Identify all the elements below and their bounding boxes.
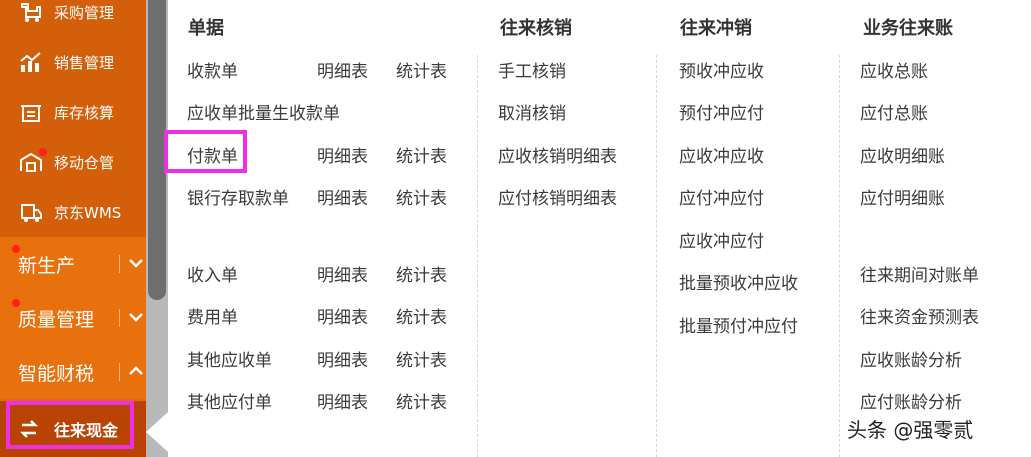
link-batch-receipt[interactable]: 应收单批量生收款单 [187, 99, 340, 124]
column-title-ledger: 业务往来账 [863, 18, 953, 39]
link-ledger-1[interactable]: 应收总账 [860, 57, 928, 82]
link-expense[interactable]: 费用单 [187, 303, 238, 328]
link-income[interactable]: 收入单 [187, 261, 238, 286]
link-other-payable-detail[interactable]: 明细表 [317, 388, 368, 413]
submenu-panel: 单据 收款单 明细表 统计表 应收单批量生收款单 付款单 明细表 统计表 银行存… [168, 0, 1031, 457]
link-offset-4[interactable]: 应付冲应付 [679, 184, 764, 209]
chevron-down-icon[interactable] [128, 251, 144, 275]
chevron-down-icon[interactable] [128, 305, 144, 329]
link-ledger-8[interactable]: 应付账龄分析 [860, 388, 962, 413]
link-expense-stats[interactable]: 统计表 [396, 303, 447, 328]
link-income-stats[interactable]: 统计表 [396, 261, 447, 286]
link-manual-writeoff[interactable]: 手工核销 [498, 57, 566, 82]
link-receipt-detail[interactable]: 明细表 [317, 57, 368, 82]
link-receipt[interactable]: 收款单 [187, 57, 238, 82]
sidebar-item-label: 京东WMS [54, 203, 122, 222]
column-title-offset: 往来冲销 [680, 18, 752, 39]
link-offset-7[interactable]: 批量预付冲应付 [679, 312, 798, 337]
inventory-icon [18, 101, 44, 123]
link-other-payable[interactable]: 其他应付单 [187, 388, 272, 413]
link-income-detail[interactable]: 明细表 [317, 261, 368, 286]
sidebar-item-purchase[interactable]: 采购管理 [0, 0, 146, 37]
link-offset-3[interactable]: 应收冲应收 [679, 142, 764, 167]
notification-dot [12, 299, 20, 307]
sidebar: 采购管理 销售管理 库存核算 移动仓管 京东WMS 新生产 质量管理 智能财税 … [0, 0, 146, 457]
sales-chart-icon [18, 51, 44, 73]
link-bank-deposit-stats[interactable]: 统计表 [396, 184, 447, 209]
column-title-writeoff: 往来核销 [500, 18, 572, 39]
link-ledger-6[interactable]: 往来资金预测表 [860, 303, 979, 328]
link-cancel-writeoff[interactable]: 取消核销 [498, 99, 566, 124]
link-ledger-2[interactable]: 应付总账 [860, 99, 928, 124]
watermark: 头条 @强零贰 [847, 418, 974, 442]
link-receivable-writeoff-detail[interactable]: 应收核销明细表 [498, 142, 617, 167]
sidebar-section-quality[interactable]: 质量管理 [0, 291, 146, 345]
jd-truck-icon [18, 201, 44, 223]
sidebar-item-label: 库存核算 [54, 103, 115, 122]
sidebar-section-new-production[interactable]: 新生产 [0, 237, 146, 291]
link-ledger-5[interactable]: 往来期间对账单 [860, 261, 979, 286]
sidebar-item-label: 销售管理 [54, 53, 115, 72]
link-receipt-stats[interactable]: 统计表 [396, 57, 447, 82]
column-divider [839, 55, 840, 457]
link-other-receivable[interactable]: 其他应收单 [187, 346, 272, 371]
divider [119, 255, 120, 273]
purchase-icon [18, 1, 44, 23]
link-offset-2[interactable]: 预付冲应付 [679, 99, 764, 124]
link-ledger-3[interactable]: 应收明细账 [860, 142, 945, 167]
sidebar-item-mobile-warehouse[interactable]: 移动仓管 [0, 137, 146, 187]
link-ledger-4[interactable]: 应付明细账 [860, 184, 945, 209]
link-payable-writeoff-detail[interactable]: 应付核销明细表 [498, 184, 617, 209]
mobile-warehouse-icon [18, 148, 47, 173]
sidebar-section-label: 智能财税 [18, 362, 95, 385]
link-payment-stats[interactable]: 统计表 [396, 142, 447, 167]
link-other-receivable-detail[interactable]: 明细表 [317, 346, 368, 371]
notification-dot [12, 245, 20, 253]
link-bank-deposit[interactable]: 银行存取款单 [187, 184, 289, 209]
menu-pointer [146, 412, 168, 452]
column-divider [477, 55, 478, 457]
link-bank-deposit-detail[interactable]: 明细表 [317, 184, 368, 209]
column-divider [656, 55, 657, 457]
link-other-payable-stats[interactable]: 统计表 [396, 388, 447, 413]
sidebar-section-label: 质量管理 [18, 308, 95, 331]
link-expense-detail[interactable]: 明细表 [317, 303, 368, 328]
sidebar-item-sales[interactable]: 销售管理 [0, 37, 146, 87]
sidebar-item-label: 采购管理 [54, 3, 115, 22]
link-offset-5[interactable]: 应收冲应付 [679, 227, 764, 252]
chevron-up-icon[interactable] [128, 359, 144, 383]
column-title-documents: 单据 [188, 18, 224, 39]
sidebar-item-jd-wms[interactable]: 京东WMS [0, 187, 146, 237]
divider [119, 363, 120, 381]
sidebar-section-label: 新生产 [18, 254, 76, 277]
link-other-receivable-stats[interactable]: 统计表 [396, 346, 447, 371]
highlight-box-sidebar [6, 401, 134, 449]
highlight-box-payment [164, 130, 247, 173]
link-ledger-7[interactable]: 应收账龄分析 [860, 346, 962, 371]
link-offset-1[interactable]: 预收冲应收 [679, 57, 764, 82]
link-payment-detail[interactable]: 明细表 [317, 142, 368, 167]
sidebar-section-finance[interactable]: 智能财税 [0, 345, 146, 399]
divider [119, 309, 120, 327]
link-offset-6[interactable]: 批量预收冲应收 [679, 269, 798, 294]
notification-dot [39, 148, 47, 156]
sidebar-item-inventory[interactable]: 库存核算 [0, 87, 146, 137]
sidebar-item-label: 移动仓管 [54, 153, 115, 172]
